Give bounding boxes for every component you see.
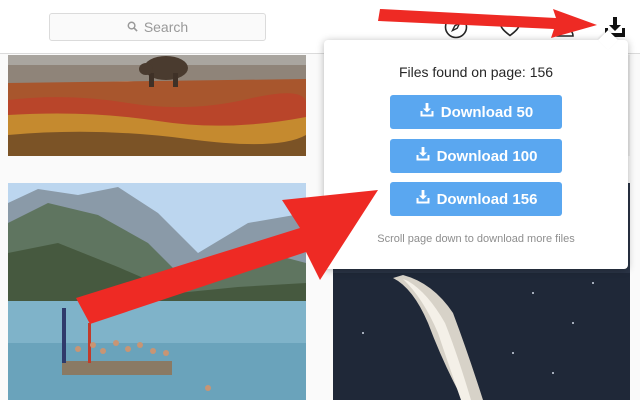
download-100-button[interactable]: Download 100 xyxy=(390,139,562,173)
download-icon xyxy=(419,102,435,122)
download-popup: Files found on page: 156 Download 50 Dow… xyxy=(324,30,628,269)
feed-photo-lake[interactable] xyxy=(8,183,306,400)
download-50-button[interactable]: Download 50 xyxy=(390,95,562,129)
download-156-button[interactable]: Download 156 xyxy=(390,182,562,216)
download-100-label: Download 100 xyxy=(436,147,538,165)
files-found-text: Files found on page: 156 xyxy=(398,64,554,80)
scroll-hint-text: Scroll page down to download more files xyxy=(377,233,575,245)
download-50-label: Download 50 xyxy=(440,103,534,121)
search-icon xyxy=(127,19,138,35)
download-icon xyxy=(415,189,431,209)
heart-icon[interactable] xyxy=(498,15,522,39)
compass-icon[interactable] xyxy=(444,15,468,39)
photo-bear-image xyxy=(8,55,306,156)
person-icon[interactable] xyxy=(553,15,577,39)
download-icon xyxy=(415,146,431,166)
photo-lake-image xyxy=(8,183,306,400)
download-156-label: Download 156 xyxy=(436,190,538,208)
search-placeholder: Search xyxy=(143,19,189,35)
search-input[interactable]: Search xyxy=(49,13,266,41)
feed-photo-bear[interactable] xyxy=(8,55,306,156)
